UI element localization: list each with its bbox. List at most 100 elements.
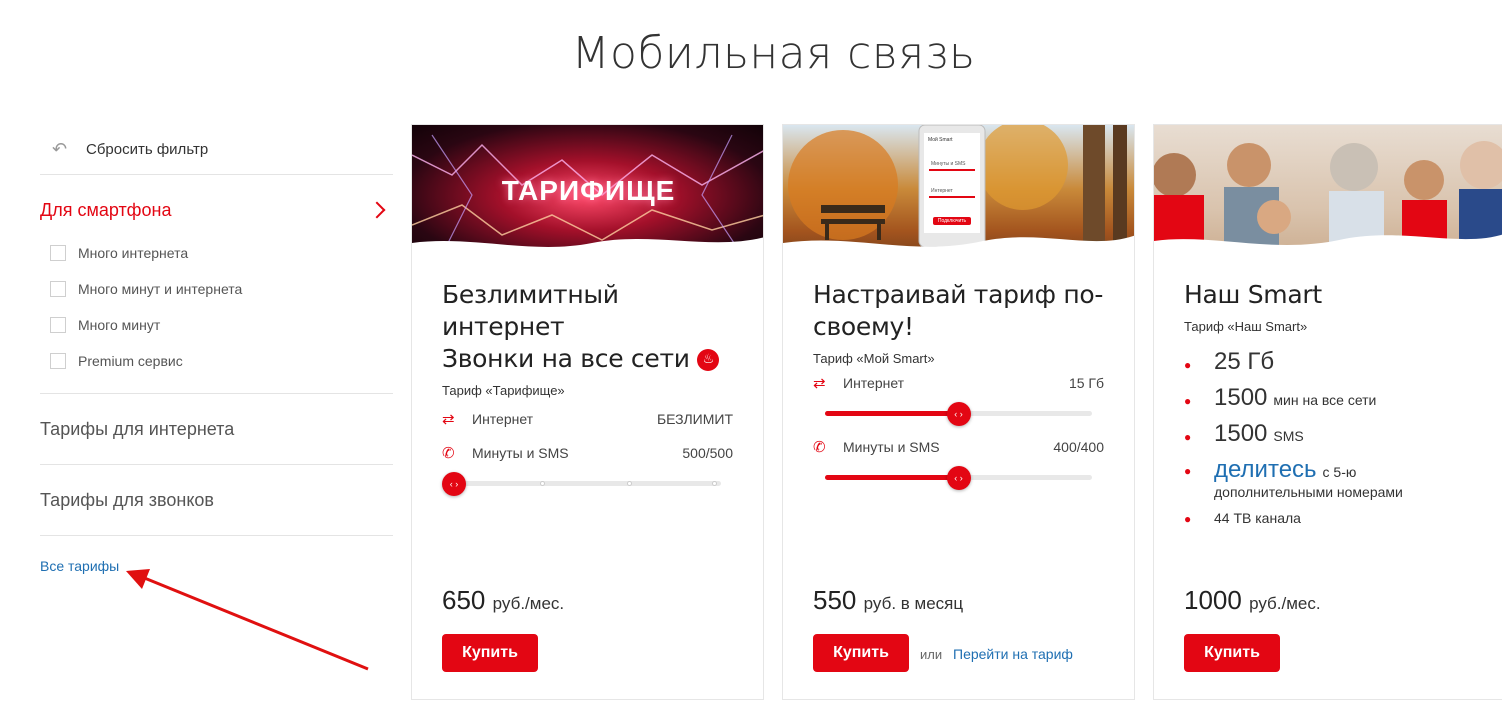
- internet-slider[interactable]: ‹ ›: [813, 398, 1104, 428]
- chevron-right-icon: [368, 201, 386, 219]
- slider-fill: [825, 411, 959, 416]
- tariff-card-tarifishe: ТАРИФИЩЕ Безлимитный интернет Звонки на …: [411, 124, 764, 700]
- filter-sidebar: ↶ Сбросить фильтр Для смартфона Много ин…: [40, 124, 393, 576]
- checkbox-label: Premium сервис: [78, 353, 183, 369]
- annotation-arrow: [126, 569, 369, 671]
- slider-step: [627, 481, 632, 486]
- filter-checkbox-minutes[interactable]: Много минут: [50, 307, 393, 343]
- price-value: 650: [442, 585, 486, 615]
- price-value: 550: [813, 585, 857, 615]
- autumn-park-graphic: [783, 125, 1134, 267]
- or-label: или: [920, 647, 943, 662]
- card-body: Безлимитный интернет Звонки на все сети …: [412, 279, 763, 498]
- checkbox[interactable]: [50, 353, 66, 369]
- feature-text: 44 ТВ канала: [1214, 510, 1301, 526]
- section-call-tariffs[interactable]: Тарифы для звонков: [40, 465, 393, 535]
- price-value: 1000: [1184, 585, 1242, 615]
- card-title-line: Настраивай тариф по-: [813, 280, 1104, 309]
- option-internet: ⇄ Интернет БЕЗЛИМИТ: [442, 406, 733, 432]
- buy-button[interactable]: Купить: [1184, 634, 1280, 672]
- section-smartphone-label: Для смартфона: [40, 199, 172, 220]
- filter-checkbox-internet[interactable]: Много интернета: [50, 235, 393, 271]
- page-title: Мобильная связь: [571, 28, 976, 79]
- slider-track: [454, 481, 721, 486]
- slider-step: [712, 481, 717, 486]
- all-tariffs-link[interactable]: Все тарифы: [40, 558, 119, 574]
- price-unit: руб./мес.: [492, 594, 565, 613]
- feature-highlight: делитесь: [1214, 456, 1317, 483]
- feature-text: дополнительными номерами: [1214, 484, 1403, 500]
- transfer-icon: ⇄: [813, 375, 826, 392]
- option-value: 15 Гб: [1068, 375, 1104, 391]
- option-internet: ⇄ Интернет 15 Гб: [813, 370, 1104, 396]
- card-title-line: Безлимитный: [442, 280, 619, 309]
- feature-item: ● 25 Гб: [1184, 348, 1275, 375]
- feature-list: ● 25 Гб ● 1500 мин на все сети ● 1500 SMS ● д…: [1184, 348, 1475, 526]
- card-title-line: Звонки на все сети: [442, 344, 690, 373]
- checkbox-label: Много минут: [78, 317, 161, 333]
- price-unit: руб./мес.: [1249, 594, 1321, 613]
- buy-button[interactable]: Купить: [442, 634, 538, 672]
- phone-screen-line: Минуты и SMS: [931, 161, 966, 167]
- feature-text: с 5-ю: [1322, 464, 1357, 480]
- feature-value: 25 Гб: [1214, 348, 1275, 375]
- price-unit: руб. в месяц: [863, 594, 964, 613]
- option-value: 400/400: [1053, 439, 1104, 455]
- feature-item: ● делитесь с 5-ю дополнительными номерами: [1184, 456, 1403, 500]
- divider: [40, 535, 393, 536]
- go-to-tariff-link[interactable]: Перейти на тариф: [953, 646, 1073, 662]
- card-body: Наш Smart Тариф «Наш Smart» ● 25 Гб ● 1500…: [1154, 279, 1502, 526]
- phone-screen-line: Интернет: [931, 188, 953, 194]
- card-title: Безлимитный интернет Звонки на все сети …: [442, 279, 733, 375]
- undo-icon: ↶: [52, 138, 68, 159]
- feature-item: ● 1500 мин на все сети: [1184, 384, 1377, 411]
- tariff-name: Тариф «Мой Smart»: [813, 351, 935, 366]
- tariff-name: Тариф «Тарифище»: [442, 383, 565, 398]
- phone-icon: ✆: [813, 439, 826, 456]
- option-value: БЕЗЛИМИТ: [656, 411, 733, 427]
- filter-checkbox-premium[interactable]: Premium сервис: [50, 343, 393, 379]
- checkbox[interactable]: [50, 317, 66, 333]
- price: 1000 руб./мес.: [1184, 585, 1321, 616]
- checkbox[interactable]: [50, 281, 66, 297]
- option-label: Минуты и SMS: [472, 445, 569, 461]
- filter-checkbox-list: Много интернета Много минут и интернета …: [40, 235, 393, 393]
- option-value: 500/500: [682, 445, 733, 461]
- option-label: Интернет: [472, 411, 534, 427]
- slider-fill: [825, 475, 959, 480]
- card-body: Настраивай тариф по- своему! Тариф «Мой …: [783, 279, 1134, 492]
- feature-item: ● 1500 SMS: [1184, 420, 1304, 447]
- phone-icon: ✆: [442, 445, 455, 462]
- reset-filter-button[interactable]: ↶ Сбросить фильтр: [40, 124, 393, 174]
- checkbox[interactable]: [50, 245, 66, 261]
- phone-screen-title: Мой Smart: [928, 137, 953, 143]
- checkbox-label: Много минут и интернета: [78, 281, 243, 297]
- card-banner-image: Мой Smart Минуты и SMS Интернет Подключи…: [783, 125, 1134, 267]
- banner-title: ТАРИФИЩЕ: [501, 175, 676, 206]
- reset-filter-label: Сбросить фильтр: [86, 140, 209, 158]
- tariff-name: Тариф «Наш Smart»: [1184, 319, 1308, 334]
- card-title: Наш Smart: [1184, 280, 1322, 309]
- option-label: Интернет: [843, 375, 905, 391]
- checkbox-label: Много интернета: [78, 245, 189, 261]
- section-internet-tariffs[interactable]: Тарифы для интернета: [40, 394, 393, 464]
- card-banner-image: ТАРИФИЩЕ: [412, 125, 763, 267]
- buy-button[interactable]: Купить: [813, 634, 909, 672]
- phone-screen-button: Подключить: [937, 218, 967, 224]
- tariff-card-moy-smart: Мой Smart Минуты и SMS Интернет Подключи…: [782, 124, 1135, 700]
- slider-thumb[interactable]: ‹ ›: [442, 472, 466, 496]
- slider-thumb[interactable]: ‹ ›: [946, 466, 971, 490]
- feature-value: 1500: [1214, 420, 1268, 447]
- minutes-slider[interactable]: ‹ ›: [442, 468, 733, 498]
- option-minutes: ✆ Минуты и SMS 400/400: [813, 434, 1104, 460]
- filter-checkbox-minutes-internet[interactable]: Много минут и интернета: [50, 271, 393, 307]
- slider-thumb[interactable]: ‹ ›: [946, 402, 971, 426]
- option-label: Минуты и SMS: [843, 439, 940, 455]
- tariff-card-nash-smart: Наш Smart Тариф «Наш Smart» ● 25 Гб ● 1500…: [1153, 124, 1502, 700]
- minutes-slider[interactable]: ‹ ›: [813, 462, 1104, 492]
- feature-text: мин на все сети: [1273, 392, 1377, 408]
- card-banner-image: [1154, 125, 1502, 267]
- feature-item: ● 44 ТВ канала: [1184, 510, 1301, 526]
- family-photo-graphic: [1154, 141, 1502, 267]
- card-title: Настраивай тариф по- своему!: [813, 279, 1104, 343]
